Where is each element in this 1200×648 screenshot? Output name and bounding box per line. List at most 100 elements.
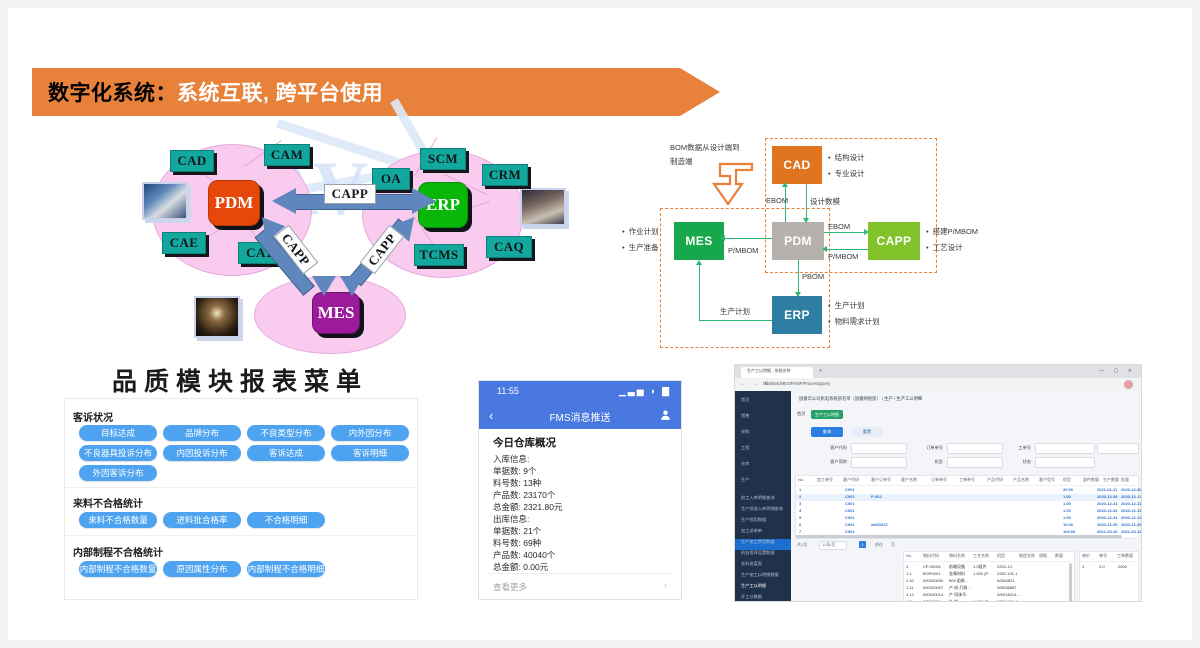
mes-bullet-0: 作业计划 <box>622 226 659 237</box>
report-button-complaint-detail[interactable]: 客诉明细 <box>331 445 409 461</box>
th-11[interactable]: 部件数量 <box>1083 477 1099 483</box>
dth-2[interactable]: 物料名称 <box>949 553 965 559</box>
row0-no: 1 <box>799 487 802 492</box>
report-button-internal-complaint[interactable]: 内因投诉分布 <box>163 445 241 461</box>
dth-4[interactable]: 机型 <box>997 553 1005 559</box>
arrow-head-icon <box>696 260 702 265</box>
sidebar-sub-8[interactable]: 生产工以明细 <box>741 583 766 589</box>
node-crm[interactable]: CRM <box>482 164 528 186</box>
filter-input-2[interactable] <box>1035 443 1095 454</box>
window-controls[interactable]: — ▢ ✕ <box>1099 368 1136 374</box>
user-avatar-icon[interactable] <box>660 409 671 421</box>
sidebar-sub-1[interactable]: 生产领退入库明细查询 <box>741 506 783 512</box>
active-page-tag[interactable]: 生产工以明细 <box>811 410 843 419</box>
browser-profile-avatar[interactable] <box>1124 380 1133 389</box>
filter-select-6[interactable] <box>1035 457 1095 468</box>
sidebar-item-production[interactable]: 生产 <box>741 477 749 483</box>
filter-input-5[interactable] <box>947 457 1003 468</box>
capp-tag-top: CAPP <box>324 184 376 204</box>
th-0[interactable]: No. <box>798 477 804 482</box>
sidebar-item-sales[interactable]: 销售 <box>741 413 749 419</box>
dth-5[interactable]: 制程名称 <box>1019 553 1035 559</box>
new-tab-button[interactable]: + <box>819 368 822 374</box>
dth-3[interactable]: 工艺名称 <box>973 553 989 559</box>
bom-node-erp[interactable]: ERP <box>772 296 822 334</box>
drow3-code: WG020007 <box>923 585 944 590</box>
sidebar-sub-4[interactable]: 生产加工费用数据 <box>741 539 775 545</box>
node-cad[interactable]: CAD <box>170 150 214 172</box>
address-url-text[interactable]: localhost/MES/PAMP/ProcessQuery <box>763 381 830 386</box>
th-1[interactable]: 加工单号 <box>817 477 833 483</box>
sidebar-item-warehouse[interactable]: 仓库 <box>741 461 749 467</box>
th-13[interactable]: 批量 <box>1121 477 1129 483</box>
node-pdm[interactable]: PDM <box>208 180 260 226</box>
sidebar-sub-0[interactable]: 前工入库明细查询 <box>741 495 775 501</box>
th-9[interactable]: 客户型号 <box>1039 477 1055 483</box>
th-10[interactable]: 机型 <box>1063 477 1071 483</box>
th-12[interactable]: 生产数量 <box>1103 477 1119 483</box>
sidebar-sub-3[interactable]: 加工派单单 <box>741 528 762 534</box>
th-6[interactable]: 工单单号 <box>959 477 975 483</box>
row5-qty: 10.00 <box>1063 522 1074 527</box>
dth-7[interactable]: 数量 <box>1055 553 1063 559</box>
report-button-bad-device-complaint[interactable]: 不良器具投诉分布 <box>79 445 157 461</box>
sidebar-sub-9[interactable]: 开工以数据 <box>741 594 762 600</box>
sidebar-item-purchase[interactable]: 采购 <box>741 429 749 435</box>
node-cam[interactable]: CAM <box>264 144 310 166</box>
sidebar-sub-7[interactable]: 生产加工以明细数据 <box>741 572 779 578</box>
cad-bullet-1: 专业设计 <box>828 168 865 179</box>
bom-node-capp[interactable]: CAPP <box>868 222 920 260</box>
sth-1[interactable]: 单号 <box>1099 553 1107 559</box>
dth-0[interactable]: No. <box>906 553 912 558</box>
report-button-complaint-achieve[interactable]: 客诉达成 <box>247 445 325 461</box>
reset-button[interactable]: 重置 <box>851 427 883 437</box>
sidebar-sub-6[interactable]: 发料进度表 <box>741 561 762 567</box>
report-button-process-reject-detail[interactable]: 内部制程不合格明细 <box>247 561 325 577</box>
report-button-process-reject-qty[interactable]: 内部制程不合格数量 <box>79 561 157 577</box>
report-button-cause-attr-dist[interactable]: 原因属性分布 <box>163 561 241 577</box>
report-button-external-complaint[interactable]: 外因客诉分布 <box>79 465 157 481</box>
master-table-hscrollbar[interactable] <box>796 535 1122 538</box>
report-button-incoming-pass-rate[interactable]: 进料批合格率 <box>163 512 241 528</box>
bom-node-mes[interactable]: MES <box>674 222 724 260</box>
th-2[interactable]: 客户代码 <box>843 477 859 483</box>
view-more-link[interactable]: 查看更多 <box>493 581 527 593</box>
sidebar-sub-2[interactable]: 生产领用数据 <box>741 517 766 523</box>
report-button-defect-type-dist[interactable]: 不良类型分布 <box>247 425 325 441</box>
sidebar-sub-5[interactable]: 机台保养设置数据 <box>741 550 775 556</box>
node-mes[interactable]: MES <box>312 292 360 334</box>
sth-0[interactable]: 单价 <box>1082 553 1090 559</box>
row1-c2: P-002 <box>871 494 882 499</box>
filter-input-4[interactable] <box>851 457 907 468</box>
filter-input-0[interactable] <box>851 443 907 454</box>
th-5[interactable]: 订单单号 <box>931 477 947 483</box>
node-oa[interactable]: OA <box>372 168 410 190</box>
dth-6[interactable]: 规格 <box>1039 553 1047 559</box>
report-button-incoming-reject-qty[interactable]: 来料不合格数量 <box>79 512 157 528</box>
bom-node-pdm[interactable]: PDM <box>772 222 824 260</box>
node-scm[interactable]: SCM <box>420 148 466 170</box>
th-7[interactable]: 产品代码 <box>987 477 1003 483</box>
report-button-reject-detail[interactable]: 不合格明细 <box>247 512 325 528</box>
chevron-right-icon[interactable]: › <box>664 580 667 590</box>
master-page-current[interactable]: 1 <box>859 541 866 548</box>
node-tcms[interactable]: TCMS <box>414 244 464 266</box>
th-3[interactable]: 客户订单号 <box>871 477 891 483</box>
sidebar-item-engineering[interactable]: 工程 <box>741 445 749 451</box>
search-button[interactable]: 查询 <box>811 427 843 437</box>
report-button-goal-achieve[interactable]: 目标达成 <box>79 425 157 441</box>
th-8[interactable]: 产品名称 <box>1013 477 1029 483</box>
filter-input-1[interactable] <box>947 443 1003 454</box>
bom-node-cad[interactable]: CAD <box>772 146 822 184</box>
report-button-internal-external[interactable]: 内外因分布 <box>331 425 409 441</box>
sidebar-item-home[interactable]: 首页 <box>741 397 749 403</box>
th-4[interactable]: 客户名称 <box>901 477 917 483</box>
table-header-divider <box>795 485 1137 486</box>
sth-2[interactable]: 工单数量 <box>1117 553 1133 559</box>
node-caq[interactable]: CAQ <box>486 236 532 258</box>
filter-input-3[interactable] <box>1097 443 1139 454</box>
detail-table-vscrollbar[interactable] <box>1069 563 1072 601</box>
report-button-brand-dist[interactable]: 品牌分布 <box>163 425 241 441</box>
node-cae[interactable]: CAE <box>162 232 206 254</box>
dth-1[interactable]: 物料代码 <box>923 553 939 559</box>
